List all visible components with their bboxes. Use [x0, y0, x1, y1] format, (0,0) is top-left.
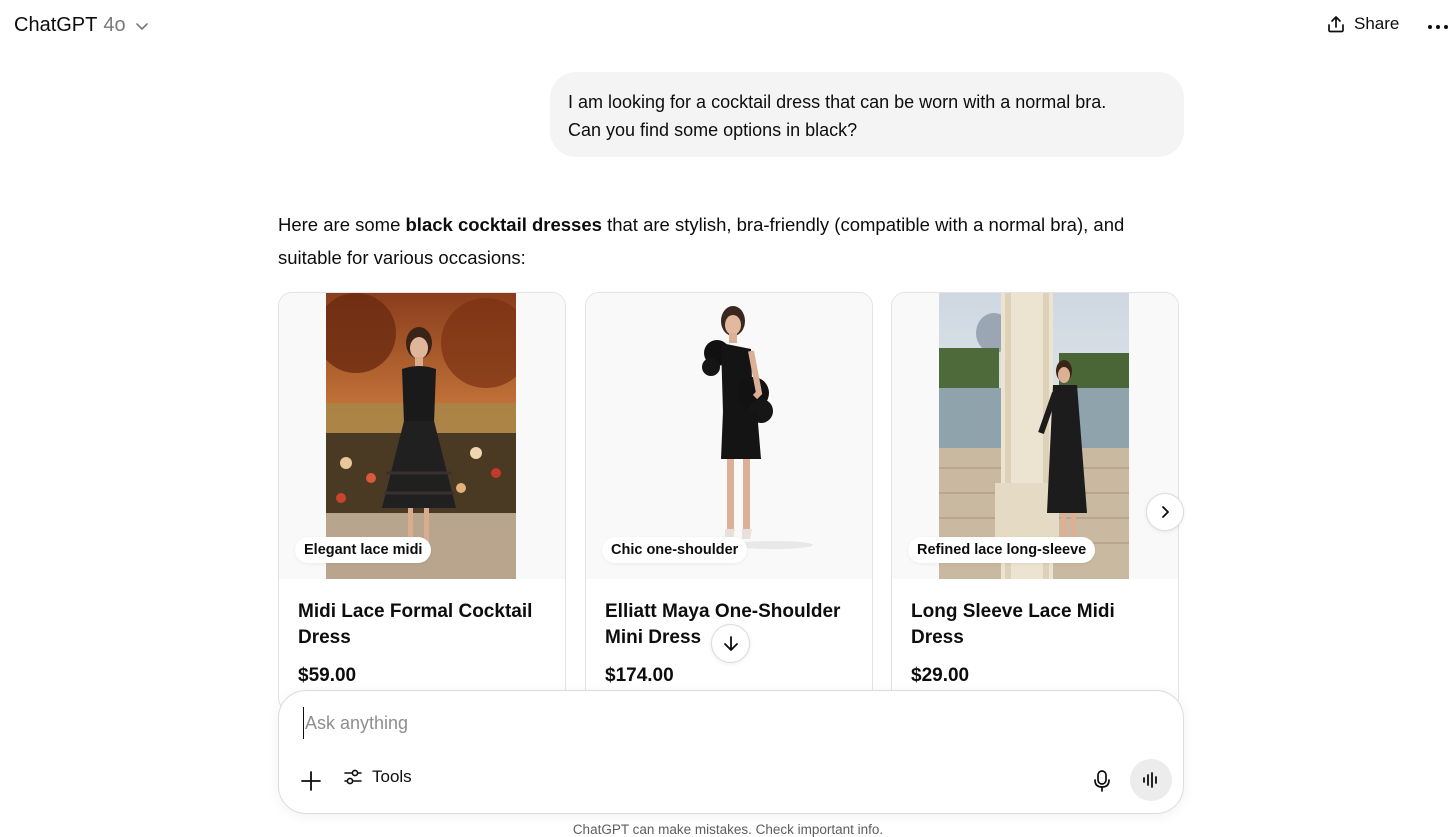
- tools-label: Tools: [372, 767, 412, 786]
- product-image: Chic one-shoulder: [586, 293, 872, 579]
- plus-icon[interactable]: [299, 769, 323, 793]
- carousel-next-button[interactable]: [1146, 493, 1184, 531]
- disclaimer: ChatGPT can make mistakes. Check importa…: [572, 822, 884, 837]
- scroll-to-bottom-button[interactable]: [711, 624, 750, 663]
- product-tag: Chic one-shoulder: [602, 537, 748, 563]
- prompt-input[interactable]: [303, 707, 1063, 739]
- share-button[interactable]: Share: [1326, 14, 1399, 34]
- intro-bold: black cocktail dresses: [405, 214, 602, 235]
- arrow-down-icon: [723, 635, 738, 651]
- model-name: 4o: [103, 14, 126, 36]
- product-card[interactable]: Elegant lace midi Midi Lace Formal Cockt…: [278, 292, 566, 712]
- upload-icon: [1328, 16, 1344, 33]
- composer: Tools: [278, 690, 1184, 814]
- product-tag: Refined lace long-sleeve: [908, 537, 1096, 563]
- intro-text: Here are some: [278, 214, 406, 235]
- product-title: Long Sleeve Lace Midi Dress: [911, 601, 1115, 648]
- assistant-message: Here are some black cocktail dresses tha…: [278, 208, 1178, 274]
- product-image: Refined lace long-sleeve: [892, 293, 1178, 579]
- product-price: $59.00: [298, 665, 357, 686]
- product-card[interactable]: Refined lace long-sleeve Long Sleeve Lac…: [891, 292, 1179, 712]
- tools-button[interactable]: Tools: [343, 767, 412, 787]
- microphone-icon[interactable]: [1091, 769, 1113, 793]
- product-title: Midi Lace Formal Cocktail Dress: [298, 601, 533, 648]
- product-tag: Elegant lace midi: [295, 537, 432, 563]
- app-name: ChatGPT: [14, 14, 98, 36]
- user-message-line: Can you find some options in black?: [568, 120, 858, 140]
- voice-mode-button[interactable]: [1130, 759, 1172, 801]
- user-message-line: I am looking for a cocktail dress that c…: [568, 92, 1107, 112]
- sliders-icon: [344, 769, 362, 785]
- user-message: I am looking for a cocktail dress that c…: [550, 72, 1184, 157]
- top-bar: ChatGPT 4o Share: [0, 0, 1456, 56]
- share-label: Share: [1354, 14, 1400, 33]
- product-image: Elegant lace midi: [279, 293, 565, 579]
- chevron-down-icon: [135, 22, 148, 30]
- model-selector[interactable]: ChatGPT 4o: [14, 14, 150, 37]
- chevron-right-icon: [1162, 506, 1169, 518]
- voice-waveform-icon: [1143, 772, 1157, 788]
- product-price: $29.00: [911, 665, 970, 686]
- ellipsis-icon[interactable]: [1426, 16, 1450, 38]
- product-price: $174.00: [605, 665, 674, 686]
